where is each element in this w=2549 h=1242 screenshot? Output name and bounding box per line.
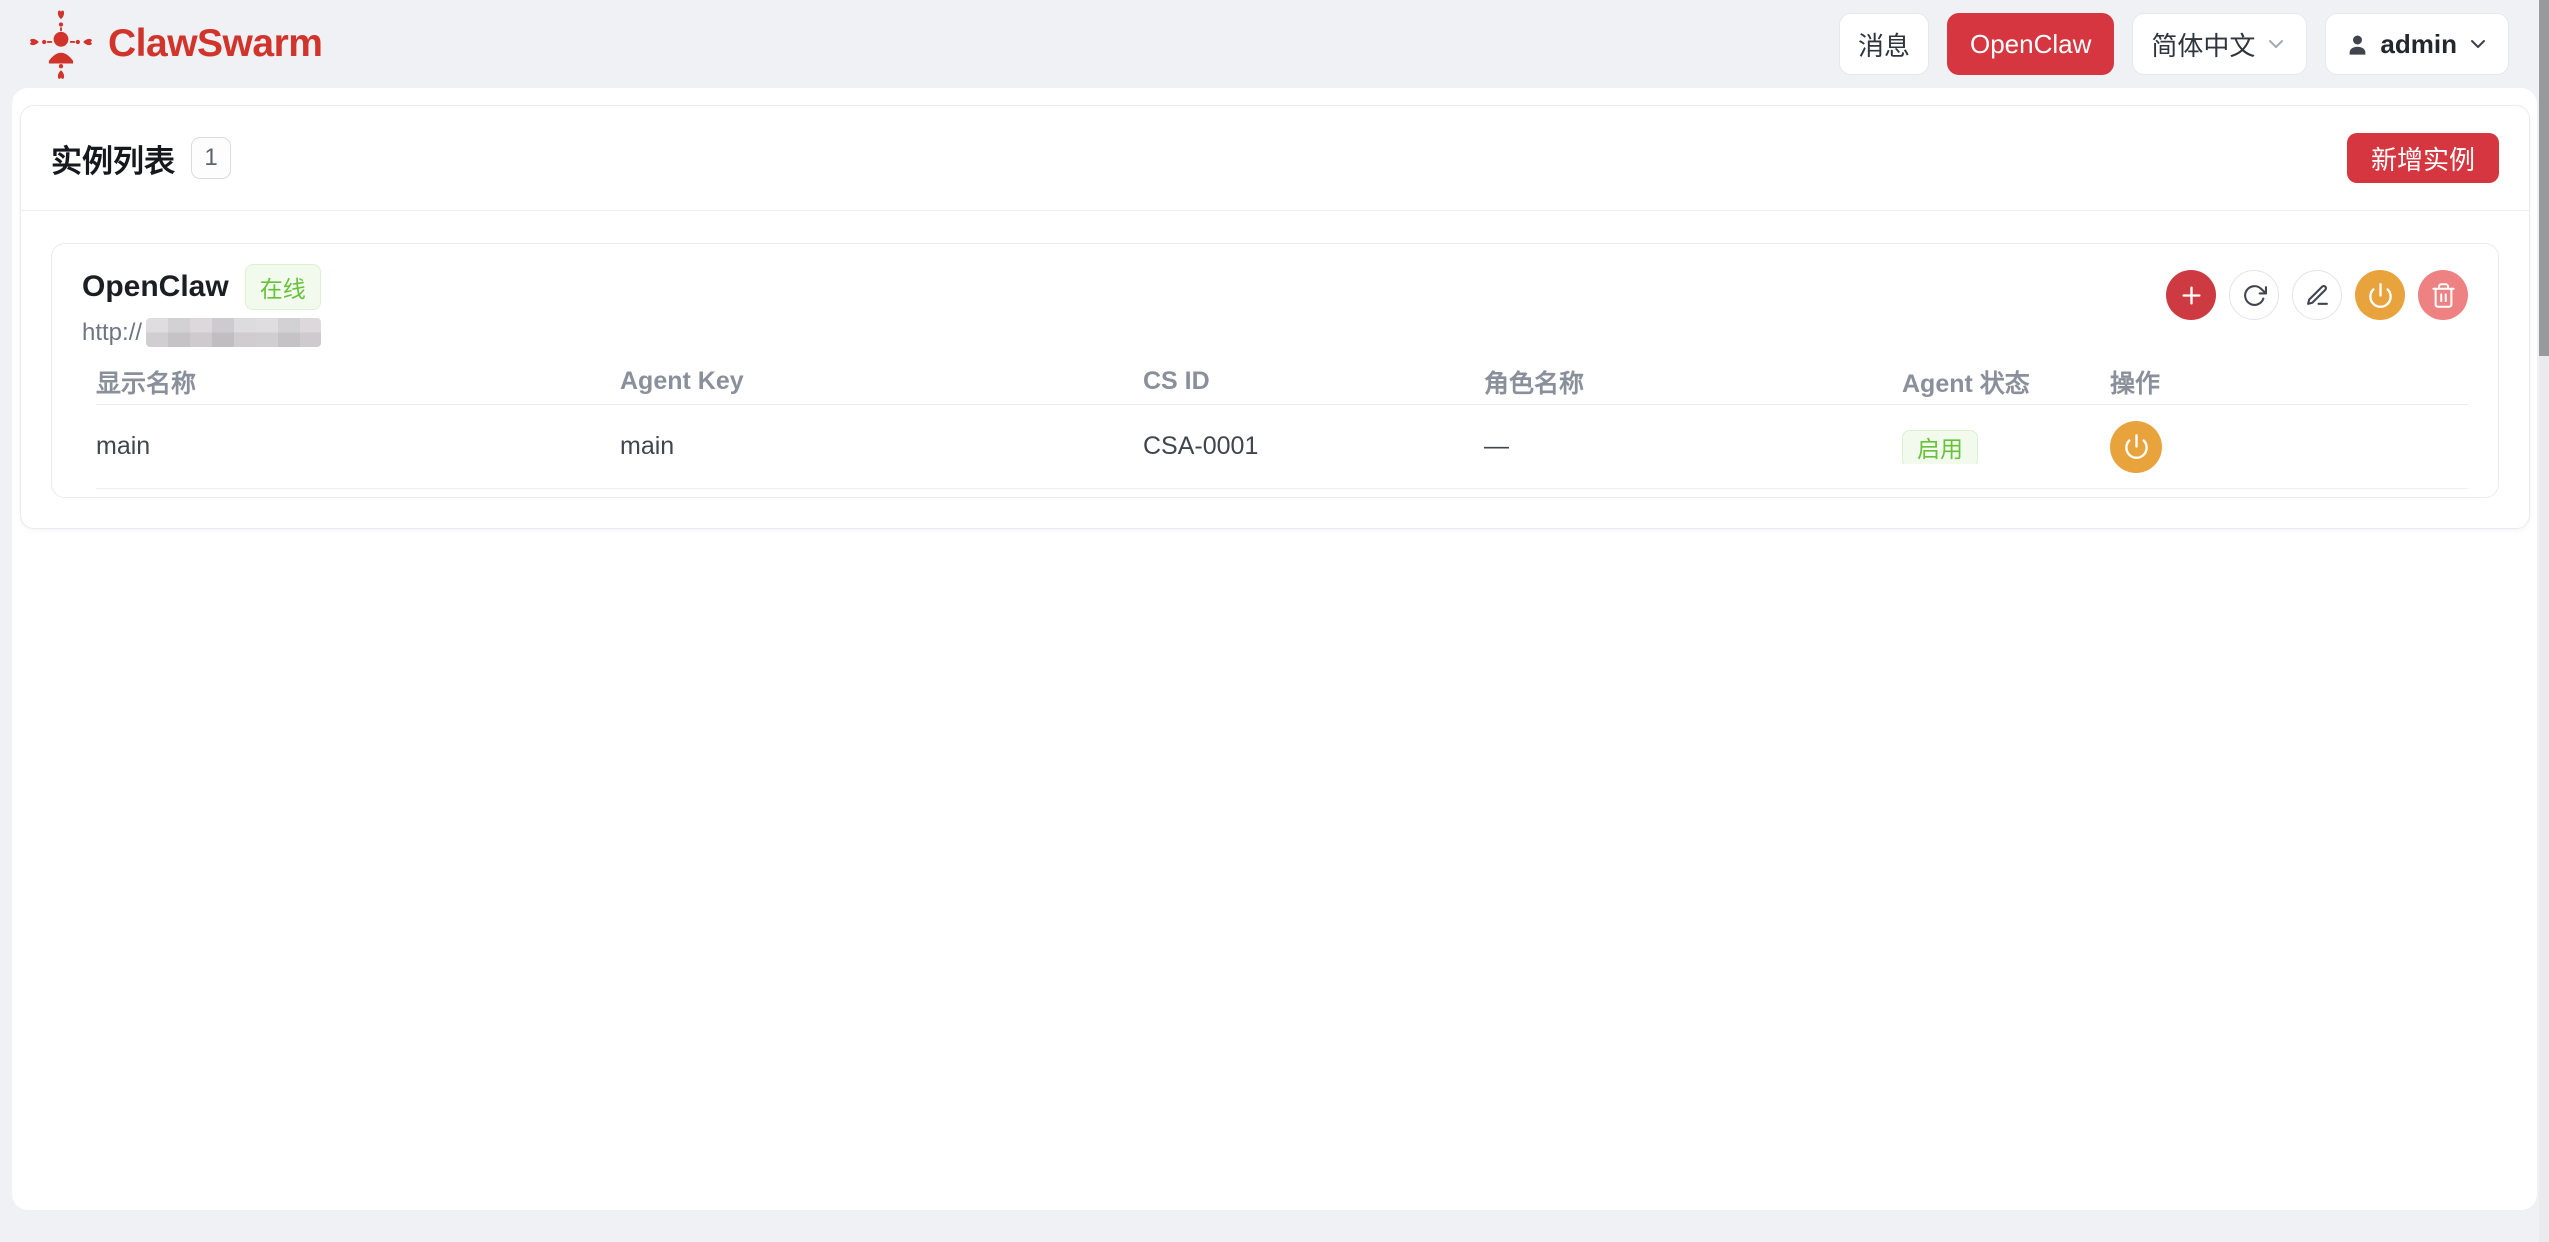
online-status-badge: 在线	[245, 264, 321, 310]
enabled-status-badge: 启用	[1902, 430, 1978, 464]
top-header: ClawSwarm 消息 OpenClaw 简体中文 admin	[0, 0, 2535, 88]
scrollbar-thumb[interactable]	[2539, 0, 2549, 356]
col-role-name: 角色名称	[1484, 364, 1902, 400]
table-header-row: 显示名称 Agent Key CS ID 角色名称 Agent 状态 操作	[96, 359, 2468, 405]
col-agent-key: Agent Key	[620, 367, 1143, 396]
chevron-down-icon	[2264, 32, 2288, 56]
user-name: admin	[2380, 29, 2457, 60]
user-menu[interactable]: admin	[2325, 13, 2509, 75]
person-icon	[2344, 31, 2371, 58]
plus-icon	[2178, 282, 2205, 309]
language-label: 简体中文	[2151, 26, 2255, 63]
add-agent-button[interactable]	[2166, 270, 2216, 320]
url-prefix: http://	[82, 319, 142, 347]
add-instance-label: 新增实例	[2371, 140, 2475, 177]
instance-list-card: 实例列表 1 新增实例 OpenClaw 在线 http://	[20, 105, 2530, 529]
agents-table: 显示名称 Agent Key CS ID 角色名称 Agent 状态 操作 ma…	[82, 359, 2468, 489]
clawswarm-logo-icon	[26, 7, 96, 81]
instance-name: OpenClaw	[82, 270, 229, 304]
cell-agent-key: main	[620, 432, 1143, 461]
cell-agent-status: 启用	[1902, 430, 2110, 464]
edit-button[interactable]	[2292, 270, 2342, 320]
trash-icon	[2430, 282, 2457, 309]
refresh-icon	[2242, 283, 2267, 308]
add-instance-button[interactable]: 新增实例	[2347, 133, 2499, 183]
col-cs-id: CS ID	[1143, 367, 1484, 396]
cell-actions	[2110, 421, 2468, 473]
instance-url: http://	[82, 318, 321, 347]
row-power-toggle-button[interactable]	[2110, 421, 2162, 473]
instance-card: OpenClaw 在线 http://	[51, 243, 2499, 498]
delete-instance-button[interactable]	[2418, 270, 2468, 320]
messages-button[interactable]: 消息	[1839, 13, 1929, 75]
language-select[interactable]: 简体中文	[2132, 13, 2307, 75]
messages-label: 消息	[1858, 26, 1910, 63]
top-nav: 消息 OpenClaw 简体中文 admin	[1839, 13, 2509, 75]
col-actions: 操作	[2110, 364, 2468, 400]
instance-count-badge: 1	[191, 137, 231, 179]
power-icon	[2367, 282, 2394, 309]
col-display-name: 显示名称	[96, 364, 620, 400]
openclaw-nav-label: OpenClaw	[1970, 29, 2091, 60]
redacted-url-blur	[146, 318, 321, 347]
pencil-icon	[2305, 283, 2330, 308]
app-title: ClawSwarm	[108, 22, 322, 66]
instance-info: OpenClaw 在线 http://	[82, 264, 321, 347]
power-toggle-button[interactable]	[2355, 270, 2405, 320]
instance-list-header: 实例列表 1 新增实例	[21, 106, 2529, 211]
refresh-button[interactable]	[2229, 270, 2279, 320]
main-content: 实例列表 1 新增实例 OpenClaw 在线 http://	[12, 88, 2537, 1210]
cell-cs-id: CSA-0001	[1143, 432, 1484, 461]
app-logo[interactable]: ClawSwarm	[26, 7, 322, 81]
page-title: 实例列表	[51, 136, 175, 181]
power-icon	[2123, 433, 2150, 460]
cell-display-name: main	[96, 432, 620, 461]
chevron-down-icon	[2466, 32, 2490, 56]
col-agent-status: Agent 状态	[1902, 364, 2110, 400]
cell-role-name: —	[1484, 432, 1902, 461]
table-row: main main CSA-0001 — 启用	[96, 405, 2468, 489]
openclaw-nav-button[interactable]: OpenClaw	[1947, 13, 2114, 75]
instance-actions	[2153, 270, 2468, 347]
